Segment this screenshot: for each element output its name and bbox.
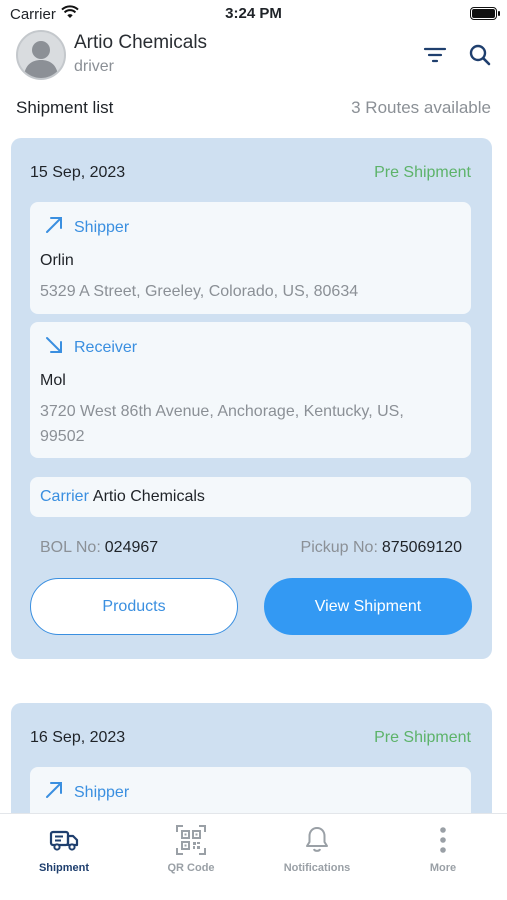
tab-more[interactable]: More xyxy=(393,826,493,876)
truck-icon xyxy=(49,826,79,854)
shipment-date: 15 Sep, 2023 xyxy=(30,164,126,181)
shipper-name: Orlin xyxy=(40,252,74,269)
avatar[interactable] xyxy=(16,30,66,80)
bell-icon xyxy=(304,826,330,854)
filter-icon[interactable] xyxy=(422,42,448,68)
bol-number: BOL No: 024967 xyxy=(40,539,158,557)
search-icon[interactable] xyxy=(467,42,493,68)
shipper-label: Shipper xyxy=(74,783,130,801)
shipment-list-screen: Carrier 3:24 PM Artio Chemicals driver S… xyxy=(0,0,507,900)
tab-qr-code[interactable]: QR Code xyxy=(141,825,241,876)
shipper-address: 5329 A Street, Greeley, Colorado, US, 80… xyxy=(40,283,359,300)
tab-shipment[interactable]: Shipment xyxy=(14,826,114,876)
pickup-number: Pickup No: 875069120 xyxy=(301,539,462,557)
pickup-label: Pickup No: xyxy=(300,539,378,556)
battery-icon xyxy=(470,7,500,20)
arrow-up-right-icon xyxy=(44,215,64,240)
receiver-label: Receiver xyxy=(74,338,138,356)
products-button[interactable]: Products xyxy=(30,578,238,635)
carrier-name: Artio Chemicals xyxy=(92,488,205,505)
routes-available-count: 3 Routes available xyxy=(351,98,491,117)
clock: 3:24 PM xyxy=(225,5,282,22)
tab-label: More xyxy=(429,862,457,874)
shipment-date: 16 Sep, 2023 xyxy=(30,729,126,746)
tab-label: Notifications xyxy=(283,862,351,874)
receiver-panel: Receiver Mol 3720 West 86th Avenue, Anch… xyxy=(30,322,471,458)
arrow-down-right-icon xyxy=(44,335,64,360)
shipment-card[interactable]: 15 Sep, 2023 Pre Shipment Shipper Orlin … xyxy=(11,138,492,659)
shipper-label: Shipper xyxy=(74,218,130,236)
pickup-value: 875069120 xyxy=(381,539,462,556)
shipment-status: Pre Shipment xyxy=(374,729,471,746)
shipment-list-title: Shipment list xyxy=(16,98,114,117)
receiver-address: 3720 West 86th Avenue, Anchorage, Kentuc… xyxy=(40,403,404,445)
bol-label: BOL No: xyxy=(40,539,101,556)
carrier-label: Carrier xyxy=(40,488,89,505)
user-name: Artio Chemicals xyxy=(74,32,208,53)
tab-notifications[interactable]: Notifications xyxy=(267,826,367,876)
view-shipment-button[interactable]: View Shipment xyxy=(264,578,472,635)
bottom-tab-bar: Shipment QR Code Notifications More xyxy=(0,813,507,900)
carrier-panel: Carrier Artio Chemicals xyxy=(30,477,471,517)
status-bar: Carrier 3:24 PM xyxy=(0,0,507,28)
receiver-name: Mol xyxy=(40,372,66,389)
shipper-panel: Shipper Orlin 5329 A Street, Greeley, Co… xyxy=(30,202,471,314)
user-role: driver xyxy=(74,58,115,75)
bol-value: 024967 xyxy=(104,539,159,556)
app-header: Artio Chemicals driver xyxy=(0,28,507,86)
tab-label: QR Code xyxy=(167,862,215,874)
shipment-status: Pre Shipment xyxy=(374,164,471,181)
tab-label: Shipment xyxy=(38,862,90,874)
more-vertical-icon xyxy=(439,826,447,854)
qr-code-icon xyxy=(176,825,206,855)
arrow-up-right-icon xyxy=(44,780,64,805)
